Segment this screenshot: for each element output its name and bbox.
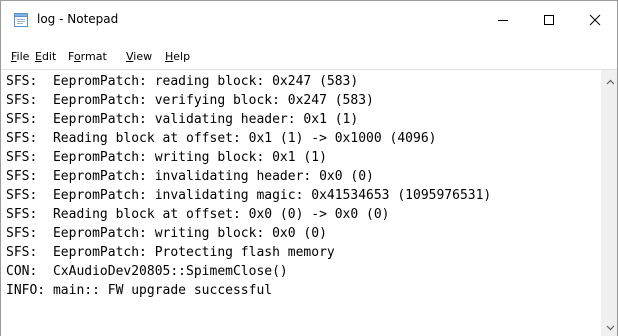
menu-edit[interactable]: Edit — [35, 50, 56, 63]
text-line: SFS: EepromPatch: reading block: 0x247 (… — [6, 74, 359, 89]
text-line: SFS: EepromPatch: verifying block: 0x247… — [6, 93, 374, 108]
minimize-button[interactable] — [480, 1, 526, 39]
menu-help[interactable]: Help — [165, 50, 190, 63]
menu-view[interactable]: View — [126, 50, 152, 63]
text-editor[interactable]: SFS: EepromPatch: reading block: 0x247 (… — [1, 70, 601, 336]
chevron-up-icon — [606, 79, 614, 85]
menu-file[interactable]: File — [11, 50, 29, 63]
text-line: SFS: Reading block at offset: 0x1 (1) ->… — [6, 131, 437, 146]
text-line: CON: CxAudioDev20805::SpimemClose() — [6, 264, 288, 279]
text-line: SFS: EepromPatch: invalidating header: 0… — [6, 169, 374, 184]
text-line: SFS: EepromPatch: writing block: 0x1 (1) — [6, 150, 327, 165]
close-icon — [589, 14, 601, 26]
text-line: SFS: EepromPatch: writing block: 0x0 (0) — [6, 226, 327, 241]
window-title: log - Notepad — [37, 12, 119, 26]
vertical-scrollbar[interactable] — [601, 70, 617, 336]
text-line: SFS: EepromPatch: invalidating magic: 0x… — [6, 188, 492, 203]
text-line: INFO: main:: FW upgrade successful — [6, 283, 273, 298]
menu-format[interactable]: Format — [68, 50, 107, 63]
notepad-window: log - Notepad File Edit Format View Help… — [0, 0, 618, 336]
chevron-down-icon — [606, 325, 614, 331]
title-bar[interactable]: log - Notepad — [1, 1, 617, 39]
menu-bar: File Edit Format View Help — [1, 46, 617, 68]
maximize-icon — [544, 15, 554, 25]
scroll-up-button[interactable] — [602, 74, 618, 90]
scroll-down-button[interactable] — [602, 320, 618, 336]
maximize-button[interactable] — [526, 1, 572, 39]
text-line: SFS: EepromPatch: validating header: 0x1… — [6, 112, 359, 127]
close-button[interactable] — [572, 1, 618, 39]
minimize-icon — [498, 20, 508, 21]
text-line: SFS: Reading block at offset: 0x0 (0) ->… — [6, 207, 390, 222]
text-line: SFS: EepromPatch: Protecting flash memor… — [6, 245, 335, 260]
notepad-icon[interactable] — [13, 11, 30, 28]
